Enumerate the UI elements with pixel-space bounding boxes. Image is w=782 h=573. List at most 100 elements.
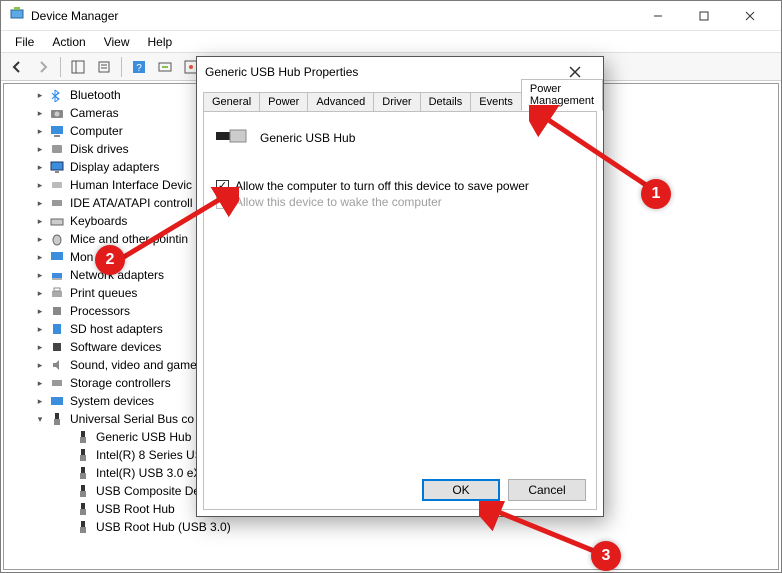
titlebar: Device Manager (1, 1, 781, 31)
usb-device-icon (216, 126, 248, 149)
storage-icon (48, 375, 66, 391)
software-icon (48, 339, 66, 355)
sound-icon (48, 357, 66, 373)
annotation-badge-2: 2 (95, 245, 125, 275)
allow-wake-row: Allow this device to wake the computer (216, 195, 584, 209)
tab-power-management[interactable]: Power Management (521, 79, 603, 111)
tree-label: Intel(R) USB 3.0 eXte (96, 466, 211, 480)
tree-label: Human Interface Devic (70, 178, 192, 192)
tab-row: General Power Advanced Driver Details Ev… (197, 87, 603, 111)
menu-view[interactable]: View (96, 33, 138, 51)
menubar: File Action View Help (1, 31, 781, 53)
cancel-button[interactable]: Cancel (508, 479, 586, 501)
device-name-label: Generic USB Hub (260, 131, 355, 145)
properties-dialog: Generic USB Hub Properties General Power… (196, 56, 604, 517)
chevron-right-icon: ▸ (34, 215, 46, 227)
mouse-icon (48, 231, 66, 247)
usb-icon (74, 465, 92, 481)
close-button[interactable] (727, 1, 773, 31)
tree-label: Universal Serial Bus co (70, 412, 194, 426)
tree-label: SD host adapters (70, 322, 163, 336)
checkbox-allow-off[interactable]: ✓ (216, 180, 229, 193)
minimize-button[interactable] (635, 1, 681, 31)
tree-label: System devices (70, 394, 154, 408)
chevron-right-icon: ▸ (34, 233, 46, 245)
chevron-right-icon: ▸ (34, 125, 46, 137)
chevron-right-icon: ▸ (34, 323, 46, 335)
ok-button[interactable]: OK (422, 479, 500, 501)
chevron-right-icon: ▸ (34, 269, 46, 281)
menu-file[interactable]: File (7, 33, 42, 51)
chevron-right-icon: ▸ (34, 179, 46, 191)
tree-label: Storage controllers (70, 376, 171, 390)
tab-power[interactable]: Power (259, 92, 308, 111)
print-icon (48, 285, 66, 301)
camera-icon (48, 105, 66, 121)
bluetooth-icon (48, 87, 66, 103)
chevron-right-icon: ▸ (34, 359, 46, 371)
chevron-right-icon: ▸ (34, 107, 46, 119)
tree-label: IDE ATA/ATAPI controll (70, 196, 192, 210)
tree-label: Sound, video and game (70, 358, 197, 372)
chevron-right-icon: ▸ (34, 143, 46, 155)
allow-turn-off-row[interactable]: ✓ Allow the computer to turn off this de… (216, 179, 584, 193)
annotation-badge-1: 1 (641, 179, 671, 209)
usb-icon (74, 429, 92, 445)
tree-label: Disk drives (70, 142, 129, 156)
tree-label: Processors (70, 304, 130, 318)
show-hide-tree-button[interactable] (66, 55, 90, 79)
tree-label: Keyboards (70, 214, 127, 228)
chevron-right-icon: ▸ (34, 197, 46, 209)
tree-label: Mice and other pointin (70, 232, 188, 246)
chevron-right-icon: ▸ (34, 395, 46, 407)
tree-label: Intel(R) 8 Series USB (96, 448, 211, 462)
tree-label: Display adapters (70, 160, 159, 174)
app-icon (9, 6, 25, 25)
tree-label: Software devices (70, 340, 161, 354)
usb-icon (74, 501, 92, 517)
tab-events[interactable]: Events (470, 92, 522, 111)
properties-button[interactable] (92, 55, 116, 79)
chevron-right-icon: ▸ (34, 161, 46, 173)
hid-icon (48, 177, 66, 193)
menu-action[interactable]: Action (44, 33, 93, 51)
dialog-title: Generic USB Hub Properties (205, 65, 555, 79)
tree-label: Computer (70, 124, 123, 138)
chevron-right-icon: ▸ (34, 305, 46, 317)
chevron-right-icon: ▸ (34, 341, 46, 353)
usb-icon (48, 411, 66, 427)
tree-label: Generic USB Hub (96, 430, 191, 444)
menu-help[interactable]: Help (140, 33, 181, 51)
tab-driver[interactable]: Driver (373, 92, 420, 111)
tree-label: USB Composite Dev (96, 484, 206, 498)
chevron-right-icon: ▸ (34, 89, 46, 101)
help-button[interactable]: ? (127, 55, 151, 79)
monitor-icon (48, 249, 66, 265)
checkbox-allow-wake (216, 196, 229, 209)
tree-label: Mon (70, 250, 93, 264)
chevron-down-icon: ▾ (34, 413, 46, 425)
display-icon (48, 159, 66, 175)
annotation-badge-3: 3 (591, 541, 621, 571)
scan-button[interactable] (153, 55, 177, 79)
chevron-right-icon: ▸ (34, 287, 46, 299)
device-manager-window: Device Manager File Action View Help ? ▸… (0, 0, 782, 573)
back-button[interactable] (5, 55, 29, 79)
usb-icon (74, 447, 92, 463)
allow-wake-label: Allow this device to wake the computer (235, 195, 442, 209)
tree-label: USB Root Hub (96, 502, 175, 516)
tab-advanced[interactable]: Advanced (307, 92, 374, 111)
usb-icon (74, 483, 92, 499)
svg-text:?: ? (136, 63, 142, 74)
network-icon (48, 267, 66, 283)
tab-details[interactable]: Details (420, 92, 472, 111)
tree-label: Print queues (70, 286, 137, 300)
forward-button[interactable] (31, 55, 55, 79)
tree-label: Bluetooth (70, 88, 121, 102)
tree-item[interactable]: USB Root Hub (USB 3.0) (4, 518, 778, 536)
tree-label: USB Root Hub (USB 3.0) (96, 520, 231, 534)
sd-icon (48, 321, 66, 337)
tab-general[interactable]: General (203, 92, 260, 111)
computer-icon (48, 123, 66, 139)
maximize-button[interactable] (681, 1, 727, 31)
